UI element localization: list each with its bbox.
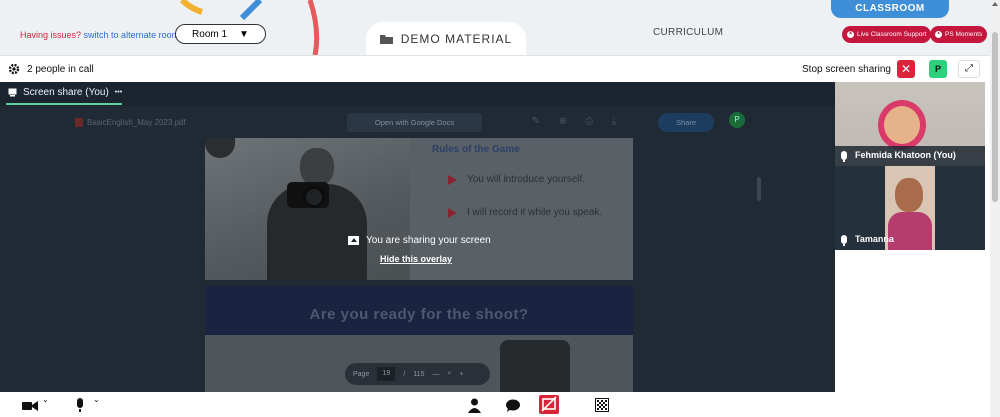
more-options-icon[interactable]: ••• [115,89,122,96]
rule-text: You will introduce yourself. [467,174,586,185]
pdf-add-comment-icon: ✎ [531,116,541,127]
caret-down-icon: ▼ [239,28,249,40]
top-bar: Having issues? switch to alternate room … [0,0,990,55]
app-root: Having issues? switch to alternate room … [0,0,1000,417]
microphone-icon [841,150,847,162]
room-select[interactable]: Room 1 ▼ [175,24,266,44]
stop-share-button[interactable]: ✕ [897,60,915,78]
stop-screen-share-icon[interactable] [539,395,559,414]
call-info: 2 people in call [8,63,94,75]
screen-share-tab[interactable]: Screen share (You) ••• [8,87,122,98]
page-current: 19 [377,367,396,381]
ps-moments-button[interactable]: • PS Moments [930,26,988,43]
user-avatar[interactable]: P [929,60,947,78]
camera-options-chevron-icon[interactable]: ⌄ [42,395,49,404]
chat-icon[interactable] [506,399,520,412]
print-icon: ⎙ [585,116,593,127]
classroom-tab[interactable]: CLASSROOM [831,0,949,18]
page-label: Page [353,370,370,378]
screen-icon [8,88,17,97]
zoom-in-icon: + [459,370,464,378]
demo-material-tab[interactable]: DEMO MATERIAL [366,22,526,55]
pdf-user-avatar: P [729,112,745,128]
participant-label: Fehmida Khatoon (You) [841,150,956,162]
zoom-out-icon: — [432,370,440,378]
play-triangle-icon [448,174,457,185]
expand-icon[interactable]: ⤢ [958,60,980,78]
page-separator: / [403,370,406,378]
lamp-shape [205,138,235,158]
pdf-file-icon [75,118,83,127]
active-tab-indicator [6,103,122,105]
page-total: 115 [413,370,425,378]
issues-label: Having issues? [20,30,82,40]
gear-icon: • [935,31,942,38]
microphone-toolbar-icon[interactable] [75,398,85,413]
settings-gear-icon[interactable] [8,63,20,75]
download-icon: ⤓ [611,116,617,127]
close-circle-icon: × [847,31,854,38]
sharing-overlay-message: You are sharing your screen [348,235,491,246]
whiteboard-icon[interactable] [595,398,609,412]
folder-icon [379,34,393,44]
pdf-page-controls: Page 19 / 115 — ⌕ + [345,363,490,385]
video-camera-icon[interactable] [22,401,38,411]
participant-face-shape [895,178,923,212]
mic-options-chevron-icon[interactable]: ⌄ [93,395,100,404]
page-scrollbar[interactable] [990,0,1000,417]
participant-name: Fehmida Khatoon (You) [855,150,956,160]
live-support-label: Live Classroom Support [857,31,927,38]
demo-material-label: DEMO MATERIAL [400,31,513,46]
participant-body-shape [888,212,932,250]
participant-tile[interactable]: Tamanna [835,166,985,250]
pdf-file-name: BasicEnglish_May 2023.pdf [87,118,186,127]
call-bar: 2 people in call Stop screen sharing ✕ P… [0,55,990,82]
participants-panel: Fehmida Khatoon (You) Tamanna [835,82,990,392]
room-select-value: Room 1 [192,28,228,40]
person-head-shape [300,148,334,186]
document-scrollbar [757,177,761,201]
people-count: 2 people in call [27,63,94,75]
participant-name: Tamanna [855,234,894,244]
participants-icon[interactable] [468,398,481,413]
pdf-toolbar: BasicEnglish_May 2023.pdf Open with Goog… [75,108,755,138]
rule-item: I will record it while you speak. [448,207,602,218]
ps-moments-label: PS Moments [945,31,983,38]
magnifier-icon: ⌕ [447,370,452,377]
pdf-sign-icon: ⊕ [558,116,568,127]
screen-share-stage: Screen share (You) ••• BasicEnglish_May … [0,82,835,392]
pdf-share-button: Share [658,113,714,132]
share-screen-icon [348,236,359,245]
rule-text: I will record it while you speak. [467,207,603,218]
live-support-button[interactable]: × Live Classroom Support [842,26,932,43]
camera-image-shape [500,340,570,392]
camera-lens-shape [303,186,325,208]
issues-text: Having issues? switch to alternate room [20,30,179,40]
scroll-up-icon[interactable] [992,2,998,6]
stage-tab-strip: Screen share (You) ••• [0,82,835,106]
open-with-docs-button: Open with Google Docs [347,113,482,132]
rules-title: Rules of the Game [432,144,520,155]
hide-overlay-link[interactable]: Hide this overlay [380,254,452,264]
rule-item: You will introduce yourself. [448,174,585,185]
alternate-room-link[interactable]: switch to alternate room [84,30,180,40]
play-triangle-icon [448,207,457,218]
stop-share-label: Stop screen sharing [802,64,891,75]
bottom-toolbar: ⌄ ⌄ [0,392,990,417]
participant-video [878,100,926,150]
banner-text: Are you ready for the shoot? [309,306,529,323]
scroll-thumb[interactable] [992,32,998,202]
microphone-icon [841,234,847,246]
screen-share-tab-label: Screen share (You) [23,87,109,98]
participant-label: Tamanna [841,234,894,246]
sharing-overlay-text: You are sharing your screen [366,235,491,246]
participant-tile[interactable]: Fehmida Khatoon (You) [835,82,985,166]
curriculum-tab[interactable]: CURRICULUM [653,27,723,38]
